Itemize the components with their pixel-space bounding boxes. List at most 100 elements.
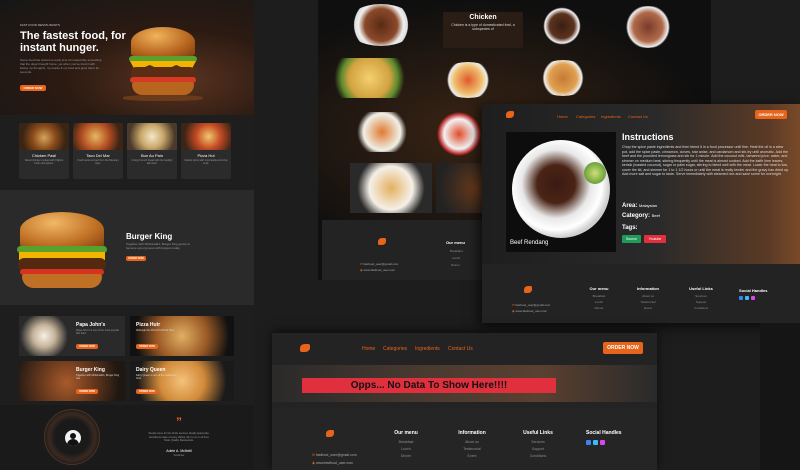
twitter-icon[interactable] [593, 440, 598, 445]
footer-link[interactable]: Lunch [452, 256, 460, 260]
dish-card[interactable]: Bun Au Pain Crispy French bread with the… [127, 123, 177, 179]
facebook-icon[interactable] [739, 296, 743, 300]
instructions-title: Instructions [622, 132, 674, 142]
footer-link[interactable]: Services [685, 294, 717, 298]
nav-home[interactable]: Home [557, 114, 568, 119]
footer-link[interactable]: About us [454, 440, 490, 444]
tag-youtube-button[interactable]: Youtube [644, 235, 666, 243]
dish-desc: Fresh tacos served from the Mexican styl… [77, 159, 119, 165]
overlay-desc: Chicken is a type of domesticated fowl, … [451, 23, 515, 31]
facebook-icon[interactable] [586, 440, 591, 445]
meal-image[interactable] [534, 60, 592, 96]
footer-link[interactable]: Breakfast [450, 249, 463, 253]
footer-link[interactable]: Support [519, 447, 557, 451]
restaurant-card[interactable]: Papa John's Papa John's is one of the mo… [19, 316, 125, 356]
dish-desc: Classic pizza with mozzarella and crisp … [184, 159, 228, 165]
twitter-icon[interactable] [745, 296, 749, 300]
social-icons [586, 440, 636, 445]
dish-card[interactable]: Chicken Pasil Sliced chicken cooked with… [19, 123, 69, 179]
social-icons [739, 296, 779, 300]
restaurant-order-button[interactable]: ORDER NOW [136, 344, 158, 349]
restaurant-order-button[interactable]: ORDER NOW [136, 389, 158, 394]
restaurant-card[interactable]: Dairy Queen Dairy Queen is one of the ol… [130, 361, 234, 401]
footer-link[interactable]: Breakfast [390, 440, 422, 444]
featured-order-button[interactable]: ORDER NOW [126, 256, 146, 261]
footer-link[interactable]: Event [632, 306, 664, 310]
nav-contact[interactable]: Contact Us [448, 346, 473, 352]
tags-label: Tags: [622, 225, 638, 231]
instagram-icon[interactable] [751, 296, 755, 300]
instructions-text: Chop the spice paste ingredients and the… [622, 145, 789, 176]
hero-order-button[interactable]: ORDER NOW [20, 85, 46, 91]
order-now-button[interactable]: ORDER NOW [603, 342, 643, 354]
footer-col-title: Useful Links [523, 430, 553, 436]
featured-title: Burger King [126, 232, 173, 241]
restaurant-order-button[interactable]: ORDER NOW [76, 344, 98, 349]
nav-categories[interactable]: Categories [383, 346, 407, 352]
featured-burger-image [14, 208, 110, 293]
meal-image[interactable] [540, 4, 584, 48]
dish-caption: Beef Rendang [510, 240, 549, 246]
dishes-section: Chicken Pasil Sliced chicken cooked with… [0, 115, 254, 190]
footer-link[interactable]: Event [454, 454, 490, 458]
email-text: fastfood_user@gmail.com [515, 303, 551, 307]
logo-icon[interactable] [506, 111, 514, 118]
footer-col-links: Useful Links Services Support Conditions [685, 286, 717, 310]
area-value: Malaysian [639, 203, 658, 208]
nav-contact[interactable]: Contact Us [628, 114, 648, 119]
footer-link[interactable]: Dinner [584, 306, 614, 310]
footer-d: ✉ fastfood_user@gmail.com ◉ www.fastfood… [272, 408, 657, 470]
hero-tagline: FAST FOOD RESTAURANTS [20, 23, 60, 27]
hero-title-line1: The fastest food, for [20, 30, 126, 42]
site-text: www.fastfood_user.com [363, 268, 396, 272]
nav-categories[interactable]: Categories [576, 114, 595, 119]
logo-icon[interactable] [326, 430, 334, 437]
footer-col-information: Information About us Testimonial Event [454, 430, 490, 458]
footer-link[interactable]: Lunch [390, 447, 422, 451]
footer-c: ✉ fastfood_user@gmail.com ◉ www.fastfood… [482, 264, 800, 323]
restaurant-card[interactable]: Pizza Hutr Although the Pizza Hut Pizza … [130, 316, 234, 356]
tag-source-button[interactable]: Source [622, 235, 641, 243]
restaurant-card[interactable]: Burger King Together with McDonald's, Bu… [19, 361, 125, 401]
nav-ingredients[interactable]: Ingredients [415, 346, 440, 352]
dish-card[interactable]: Pizza Hut Classic pizza with mozzarella … [181, 123, 231, 179]
footer-link[interactable]: About us [632, 294, 664, 298]
order-now-button[interactable]: ORDER NOW [755, 110, 787, 119]
footer-link[interactable]: Dinner [451, 263, 460, 267]
dish-card[interactable]: Taco Del Mar Fresh tacos served from the… [73, 123, 123, 179]
instagram-icon[interactable] [600, 440, 605, 445]
nav-home[interactable]: Home [362, 346, 375, 352]
meal-image[interactable] [438, 62, 498, 98]
footer-menu-title: Our menu [446, 240, 465, 245]
dish-image [127, 123, 177, 150]
footer-link[interactable]: Dinner [390, 454, 422, 458]
logo-icon[interactable] [300, 344, 310, 352]
footer-link[interactable]: Conditions [685, 306, 717, 310]
footer-link[interactable]: Testimonial [454, 447, 490, 451]
restaurant-order-button[interactable]: ORDER NOW [76, 389, 98, 394]
meal-image[interactable] [346, 4, 416, 46]
footer-link[interactable]: Conditions [519, 454, 557, 458]
testimonial-section: ” People come for the whole services, Re… [0, 405, 254, 470]
logo-icon[interactable] [378, 238, 386, 245]
footer-link[interactable]: Testimonial [632, 300, 664, 304]
hero-title: The fastest food, for instant hunger. [20, 30, 126, 54]
quote-icon: ” [176, 415, 182, 429]
footer-email: ✉ fastfood_user@gmail.com [360, 262, 398, 266]
meal-image[interactable] [350, 163, 432, 213]
footer-link[interactable]: Support [685, 300, 717, 304]
nav-ingredients[interactable]: Ingredients [601, 114, 621, 119]
empty-state-page: Home Categories Ingredients Contact Us O… [272, 333, 657, 470]
footer-link[interactable]: Breakfast [584, 294, 614, 298]
meal-image[interactable] [346, 112, 418, 152]
meal-image[interactable] [322, 58, 417, 98]
meal-image[interactable] [618, 6, 678, 48]
meal-image[interactable] [434, 112, 484, 156]
hero-section: FAST FOOD RESTAURANTS The fastest food, … [0, 0, 254, 115]
logo-icon[interactable] [524, 286, 532, 293]
footer-link[interactable]: Lunch [584, 300, 614, 304]
footer-link[interactable]: Services [519, 440, 557, 444]
no-data-message: Opps... No Data To Show Here!!!! [302, 378, 556, 393]
site-text: www.fastfood_user.com [316, 461, 353, 465]
meal-overlay-card[interactable]: Chicken Chicken is a type of domesticate… [443, 12, 523, 48]
